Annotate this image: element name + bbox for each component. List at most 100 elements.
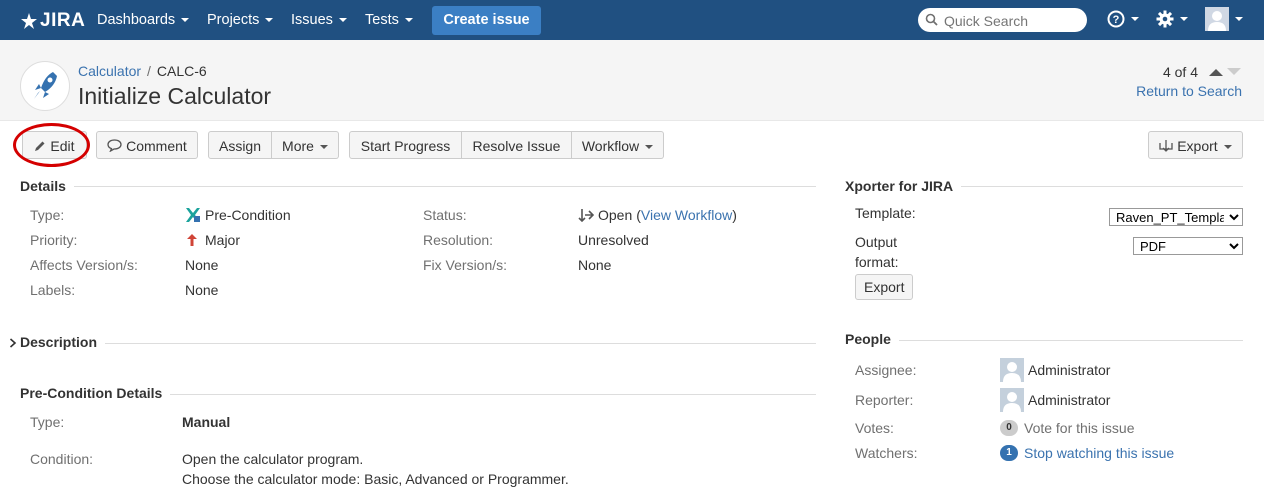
assign-button[interactable]: Assign [208,131,272,159]
people-heading[interactable]: People [845,331,899,347]
xporter-export-button[interactable]: Export [855,274,914,300]
chevron-right-icon[interactable] [9,338,17,348]
paren-close: ) [732,207,737,223]
return-to-search-link[interactable]: Return to Search [1136,83,1242,99]
pager-text: 4 of 4 [1162,64,1198,80]
priority-label: Priority: [30,232,78,248]
user-menu[interactable] [1205,7,1243,31]
output-format-select[interactable]: PDF [1133,237,1243,255]
quick-search-input[interactable] [942,10,1086,32]
watchers-label: Watchers: [855,445,918,461]
condition-line-2: Choose the calculator mode: Basic, Advan… [182,471,569,487]
chevron-down-icon [181,18,190,23]
condition-label: Condition: [30,451,94,467]
nav-tests[interactable]: Tests [365,0,413,40]
user-avatar-icon [1205,7,1229,31]
people-divider [845,340,1243,341]
edit-highlight-circle [13,123,90,167]
type-value: Pre-Condition [185,207,291,223]
resolution-label: Resolution: [423,232,494,248]
type-label: Type: [30,207,65,223]
assignee-name: Administrator [1028,362,1111,378]
previous-issue-icon[interactable] [1208,67,1224,77]
template-select[interactable]: Raven_PT_Templa [1109,208,1243,226]
quick-search[interactable] [918,8,1087,32]
precondition-type-label: Type: [30,414,65,430]
project-avatar[interactable] [20,61,70,111]
reporter-value[interactable]: Administrator [1000,388,1110,412]
nav-projects[interactable]: Projects [207,0,274,40]
comment-button[interactable]: Comment [96,131,198,159]
nav-dashboards[interactable]: Dashboards [97,0,190,40]
breadcrumb-issue-key[interactable]: CALC-6 [157,63,207,79]
status-label: Status: [423,207,467,223]
issue-header: Calculator / CALC-6 Initialize Calculator … [0,40,1264,121]
nav-issues[interactable]: Issues [291,0,347,40]
stop-watching-link[interactable]: Stop watching this issue [1024,445,1174,461]
affects-version-label: Affects Version/s: [30,257,138,273]
description-heading[interactable]: Description [20,334,106,350]
breadcrumb-project-link[interactable]: Calculator [78,63,141,79]
labels-label: Labels: [30,282,76,298]
status-value: Open (View Workflow) [578,207,737,223]
issue-title[interactable]: Initialize Calculator [78,83,271,110]
fix-version-value: None [578,257,612,273]
gear-icon [1156,10,1174,28]
view-workflow-link[interactable]: View Workflow [641,207,732,223]
vote-link[interactable]: Vote for this issue [1024,420,1135,436]
assignee-value[interactable]: Administrator [1000,358,1110,382]
speech-bubble-icon [107,139,122,153]
create-issue-button[interactable]: Create issue [432,6,541,35]
affects-version-value: None [185,257,219,273]
start-progress-button[interactable]: Start Progress [349,131,462,159]
jira-logo-text: JIRA [40,10,86,31]
precondition-heading[interactable]: Pre-Condition Details [20,385,171,401]
more-button-label: More [282,138,314,154]
settings-menu[interactable] [1156,10,1188,28]
more-button[interactable]: More [272,131,339,159]
workflow-button-label: Workflow [581,138,640,154]
template-label: Template: [855,205,916,221]
pre-condition-type-icon [186,208,200,222]
issue-pager: 4 of 4 [1163,64,1242,80]
jira-logo-icon [21,13,37,29]
reporter-name: Administrator [1028,392,1111,408]
chevron-down-icon [1235,17,1243,21]
xporter-heading[interactable]: Xporter for JIRA [845,178,962,194]
precondition-type-value: Manual [182,414,231,430]
description-divider [20,343,816,344]
votes-value: 0 Vote for this issue [1000,420,1135,436]
search-icon [925,13,938,26]
chevron-down-icon [1180,17,1188,21]
output-format-label-line2: format: [855,254,899,270]
status-value-text: Open [598,207,633,223]
comment-button-label: Comment [126,138,187,154]
reporter-label: Reporter: [855,392,914,408]
arrow-up-priority-icon [187,234,197,246]
fix-version-label: Fix Version/s: [423,257,508,273]
votes-label: Votes: [855,420,894,436]
next-issue-icon[interactable] [1226,67,1242,77]
chevron-down-icon [645,145,654,150]
watchers-count-badge[interactable]: 1 [1000,445,1018,461]
help-menu[interactable]: ? [1107,10,1139,28]
user-avatar-icon [1000,358,1024,382]
jira-logo[interactable]: JIRA [20,10,85,32]
output-format-label-line1: Output [855,234,898,250]
chevron-down-icon [404,18,413,23]
chevron-down-icon [1131,17,1139,21]
priority-value-text: Major [205,232,241,248]
details-heading[interactable]: Details [20,178,74,194]
reporter-avatar [1000,388,1024,412]
export-button[interactable]: Export [1148,131,1243,159]
chevron-down-icon [319,145,328,150]
resolve-issue-button[interactable]: Resolve Issue [462,131,572,159]
labels-value[interactable]: None [185,282,218,298]
assignee-label: Assignee: [855,362,917,378]
chevron-down-icon [265,18,274,23]
top-navigation-bar: JIRA Dashboards Projects Issues Tests Cr… [0,0,1264,40]
watchers-value: 1 Stop watching this issue [1000,445,1174,461]
workflow-button[interactable]: Workflow [572,131,664,159]
help-icon: ? [1107,10,1125,28]
chevron-down-icon [338,18,347,23]
